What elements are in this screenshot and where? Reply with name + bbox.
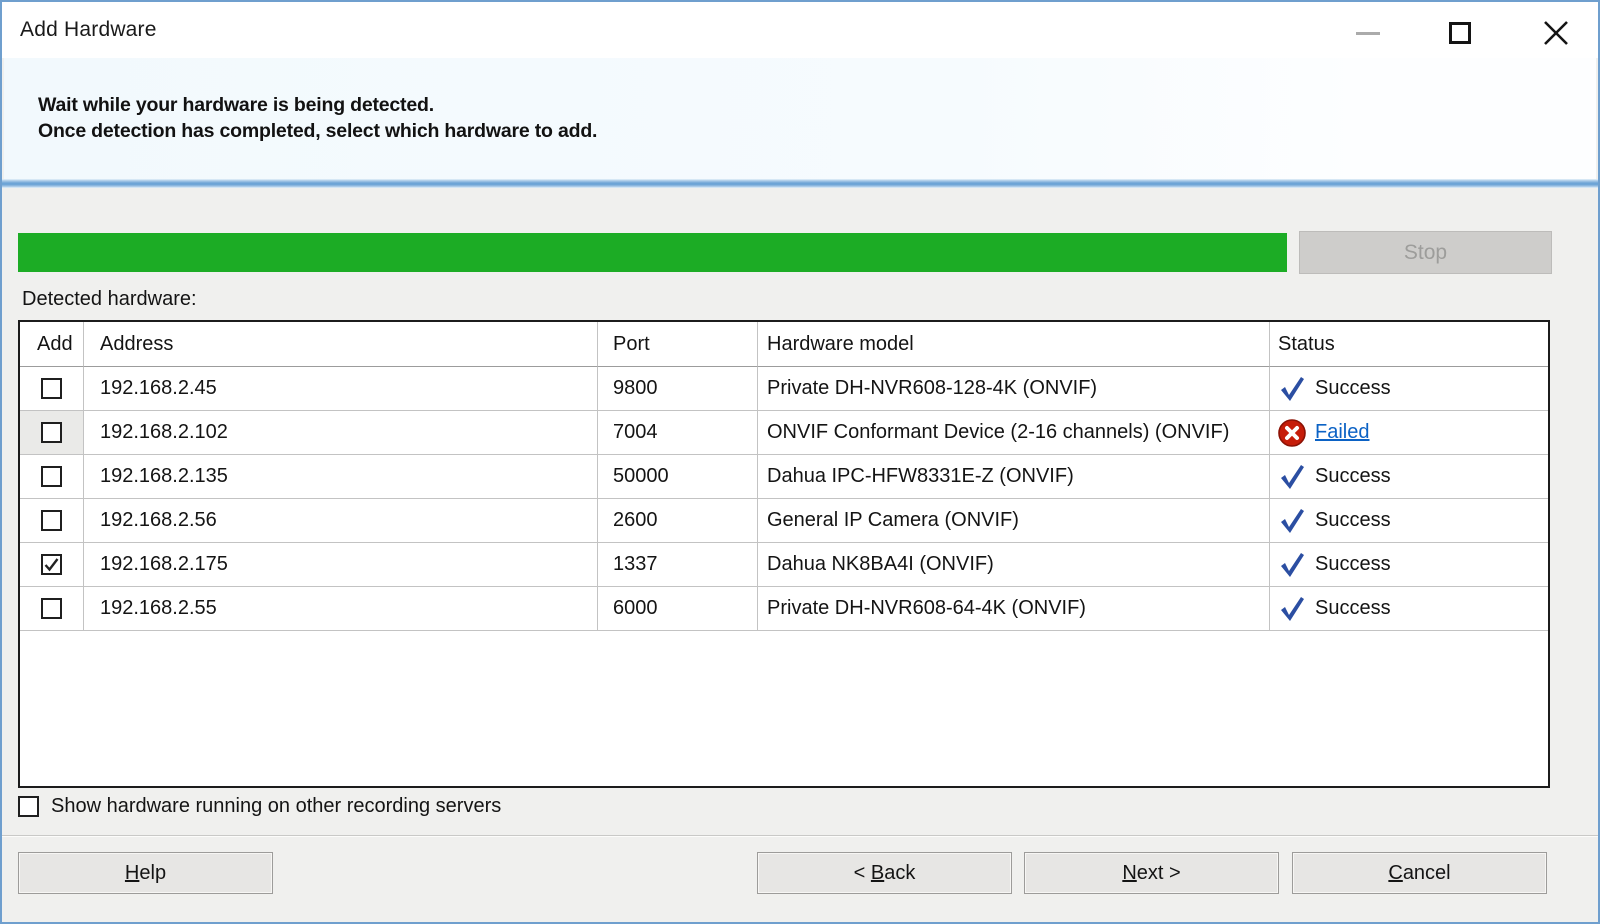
table-body: 192.168.2.45 9800 Private DH-NVR608-128-… <box>20 367 1548 631</box>
status-indicator: Failed <box>1278 419 1369 447</box>
cell-address: 192.168.2.102 <box>84 411 598 455</box>
row-checkbox[interactable] <box>41 554 62 575</box>
cell-model: General IP Camera (ONVIF) <box>758 499 1270 543</box>
status-label: Success <box>1315 377 1391 400</box>
header-separator <box>2 179 1598 188</box>
add-cell <box>20 367 84 411</box>
detected-hardware-label: Detected hardware: <box>22 288 197 311</box>
status-indicator: Success <box>1278 374 1391 404</box>
cell-address: 192.168.2.45 <box>84 367 598 411</box>
show-hardware-checkbox[interactable] <box>18 796 39 817</box>
column-header-status[interactable]: Status <box>1270 322 1548 367</box>
add-cell <box>20 587 84 631</box>
cell-port: 2600 <box>598 499 758 543</box>
table-row[interactable]: 192.168.2.175 1337 Dahua NK8BA4I (ONVIF)… <box>20 543 1548 587</box>
status-label: Success <box>1315 509 1391 532</box>
table-header-row: Add Address Port Hardware model Status <box>20 322 1548 367</box>
success-check-icon <box>1278 594 1306 624</box>
success-check-icon <box>1278 506 1306 536</box>
cell-model: Private DH-NVR608-128-4K (ONVIF) <box>758 367 1270 411</box>
instruction-line-2: Once detection has completed, select whi… <box>38 118 597 144</box>
maximize-icon <box>1449 22 1471 44</box>
cell-port: 1337 <box>598 543 758 587</box>
show-hardware-label: Show hardware running on other recording… <box>51 795 501 818</box>
status-indicator: Success <box>1278 506 1391 536</box>
cell-model: Dahua NK8BA4I (ONVIF) <box>758 543 1270 587</box>
cell-model: Dahua IPC-HFW8331E-Z (ONVIF) <box>758 455 1270 499</box>
add-hardware-dialog: Add Hardware Wait while your hardware is… <box>0 0 1600 924</box>
status-indicator: Success <box>1278 594 1391 624</box>
status-label[interactable]: Failed <box>1315 421 1369 444</box>
cell-status: Success <box>1270 587 1548 631</box>
add-cell <box>20 455 84 499</box>
cell-status: Success <box>1270 499 1548 543</box>
column-header-add[interactable]: Add <box>20 322 84 367</box>
success-check-icon <box>1278 374 1306 404</box>
cell-address: 192.168.2.175 <box>84 543 598 587</box>
table-row[interactable]: 192.168.2.55 6000 Private DH-NVR608-64-4… <box>20 587 1548 631</box>
cell-port: 6000 <box>598 587 758 631</box>
cell-port: 7004 <box>598 411 758 455</box>
help-button[interactable]: Help <box>18 852 273 894</box>
row-checkbox[interactable] <box>41 510 62 531</box>
cell-address: 192.168.2.55 <box>84 587 598 631</box>
cell-status: Success <box>1270 367 1548 411</box>
cell-status: Failed <box>1270 411 1548 455</box>
table-row[interactable]: 192.168.2.45 9800 Private DH-NVR608-128-… <box>20 367 1548 411</box>
failed-error-icon <box>1278 419 1306 447</box>
column-header-hardware-model[interactable]: Hardware model <box>758 322 1270 367</box>
success-check-icon <box>1278 462 1306 492</box>
close-button[interactable] <box>1539 16 1573 50</box>
footer-divider <box>2 835 1598 837</box>
close-icon <box>1542 19 1570 47</box>
table-row[interactable]: 192.168.2.135 50000 Dahua IPC-HFW8331E-Z… <box>20 455 1548 499</box>
back-button[interactable]: < Back <box>757 852 1012 894</box>
cell-model: ONVIF Conformant Device (2-16 channels) … <box>758 411 1270 455</box>
detection-progress-bar <box>18 233 1287 272</box>
instruction-line-1: Wait while your hardware is being detect… <box>38 92 597 118</box>
cell-status: Success <box>1270 455 1548 499</box>
row-checkbox[interactable] <box>41 466 62 487</box>
cancel-button[interactable]: Cancel <box>1292 852 1547 894</box>
wizard-instructions: Wait while your hardware is being detect… <box>38 92 597 144</box>
cell-port: 9800 <box>598 367 758 411</box>
row-checkbox[interactable] <box>41 422 62 443</box>
cell-address: 192.168.2.135 <box>84 455 598 499</box>
column-header-address[interactable]: Address <box>84 322 598 367</box>
table-row[interactable]: 192.168.2.102 7004 ONVIF Conformant Devi… <box>20 411 1548 455</box>
maximize-button[interactable] <box>1443 16 1477 50</box>
cell-address: 192.168.2.56 <box>84 499 598 543</box>
status-label: Success <box>1315 553 1391 576</box>
cell-status: Success <box>1270 543 1548 587</box>
add-cell <box>20 411 84 455</box>
detected-hardware-table: Add Address Port Hardware model Status 1… <box>18 320 1550 788</box>
instruction-band-right <box>1360 58 1596 179</box>
row-checkbox[interactable] <box>41 598 62 619</box>
success-check-icon <box>1278 550 1306 580</box>
window-title: Add Hardware <box>20 18 157 42</box>
cell-model: Private DH-NVR608-64-4K (ONVIF) <box>758 587 1270 631</box>
status-indicator: Success <box>1278 462 1391 492</box>
minimize-button[interactable] <box>1351 16 1385 50</box>
status-indicator: Success <box>1278 550 1391 580</box>
row-checkbox[interactable] <box>41 378 62 399</box>
stop-button[interactable]: Stop <box>1299 231 1552 274</box>
show-hardware-row: Show hardware running on other recording… <box>18 795 501 818</box>
status-label: Success <box>1315 597 1391 620</box>
add-cell <box>20 499 84 543</box>
minimize-icon <box>1356 32 1380 35</box>
column-header-port[interactable]: Port <box>598 322 758 367</box>
cell-port: 50000 <box>598 455 758 499</box>
checkmark-icon <box>43 556 60 573</box>
add-cell <box>20 543 84 587</box>
next-button[interactable]: Next > <box>1024 852 1279 894</box>
title-bar: Add Hardware <box>2 2 1598 58</box>
table-row[interactable]: 192.168.2.56 2600 General IP Camera (ONV… <box>20 499 1548 543</box>
status-label: Success <box>1315 465 1391 488</box>
